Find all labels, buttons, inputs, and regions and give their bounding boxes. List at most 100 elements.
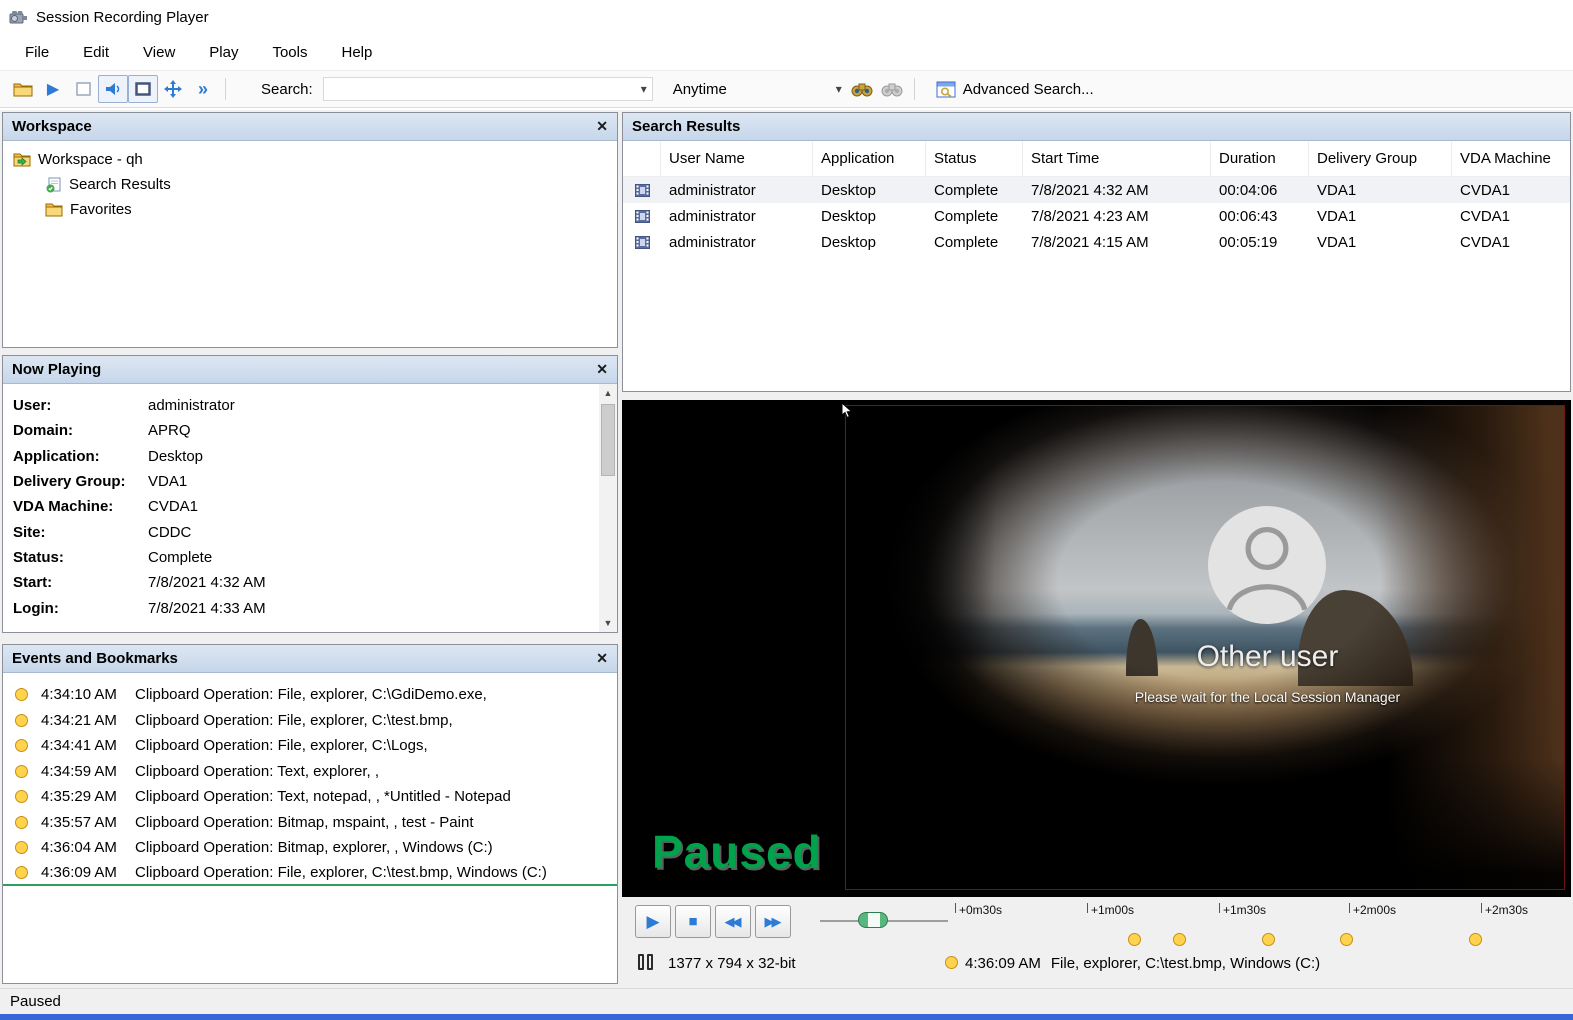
- timeline-tick: +2m00s: [1349, 903, 1396, 917]
- field-value: CVDA1: [148, 498, 198, 515]
- event-time: 4:34:59 AM: [41, 763, 135, 780]
- search-result-row[interactable]: administrator Desktop Complete 7/8/2021 …: [623, 229, 1570, 255]
- event-text: Clipboard Operation: Bitmap, mspaint, , …: [135, 814, 474, 831]
- column-header-delivery-group[interactable]: Delivery Group: [1309, 141, 1452, 176]
- event-time: 4:36:09 AM: [41, 864, 135, 881]
- status-text: Paused: [10, 993, 61, 1010]
- cell-status: Complete: [926, 208, 1023, 225]
- cell-duration: 00:05:19: [1211, 234, 1309, 251]
- event-item[interactable]: 4:34:41 AMClipboard Operation: File, exp…: [3, 733, 617, 759]
- event-item[interactable]: 4:35:29 AMClipboard Operation: Text, not…: [3, 784, 617, 810]
- field-row-login: Login:7/8/2021 4:33 AM: [13, 595, 593, 620]
- open-folder-button[interactable]: [8, 75, 38, 103]
- events-panel: Events and Bookmarks ✕ 4:34:10 AMClipboa…: [2, 644, 618, 984]
- field-row-status: Status:Complete: [13, 545, 593, 570]
- event-marker-dot[interactable]: [1262, 933, 1275, 946]
- status-bar: Paused: [0, 988, 1573, 1014]
- speed-slider-handle[interactable]: [858, 912, 888, 928]
- events-close-icon[interactable]: ✕: [596, 650, 608, 667]
- field-value: VDA1: [148, 473, 187, 490]
- field-value: administrator: [148, 397, 235, 414]
- field-value: Desktop: [148, 448, 203, 465]
- time-filter-dropdown[interactable]: Anytime ▾: [665, 77, 847, 101]
- column-header-icon[interactable]: [623, 141, 661, 176]
- column-header-duration[interactable]: Duration: [1211, 141, 1309, 176]
- event-text: Clipboard Operation: File, explorer, C:\…: [135, 864, 547, 881]
- column-header-status[interactable]: Status: [926, 141, 1023, 176]
- play-button[interactable]: ▶: [635, 905, 671, 938]
- column-header-vda-machine[interactable]: VDA Machine: [1452, 141, 1570, 176]
- cell-duration: 00:06:43: [1211, 208, 1309, 225]
- field-row-application: Application:Desktop: [13, 444, 593, 469]
- search-forward-button[interactable]: [847, 75, 877, 103]
- menu-file[interactable]: File: [8, 39, 66, 65]
- advanced-search-button[interactable]: Advanced Search...: [928, 78, 1102, 101]
- cell-application: Desktop: [813, 234, 926, 251]
- event-item[interactable]: 4:34:21 AMClipboard Operation: File, exp…: [3, 708, 617, 734]
- field-row-site: Site:CDDC: [13, 519, 593, 544]
- tree-item-search-results[interactable]: Search Results: [3, 172, 617, 197]
- now-playing-close-icon[interactable]: ✕: [596, 361, 608, 378]
- cell-user-name: administrator: [661, 234, 813, 251]
- menu-play[interactable]: Play: [192, 39, 255, 65]
- title-bar: Session Recording Player: [0, 0, 1573, 34]
- session-video-frame: Other user Please wait for the Local Ses…: [845, 405, 1565, 890]
- now-playing-scrollbar[interactable]: ▲ ▼: [599, 384, 617, 632]
- cell-status: Complete: [926, 234, 1023, 251]
- column-header-application[interactable]: Application: [813, 141, 926, 176]
- event-item[interactable]: 4:34:59 AMClipboard Operation: Text, exp…: [3, 759, 617, 785]
- fast-forward-button[interactable]: ▶▶: [755, 905, 791, 938]
- event-item-selected[interactable]: 4:36:09 AMClipboard Operation: File, exp…: [3, 861, 617, 887]
- pan-button[interactable]: [158, 75, 188, 103]
- scroll-down-icon[interactable]: ▼: [599, 614, 617, 632]
- timeline-tick: +1m30s: [1219, 903, 1266, 917]
- stop-button[interactable]: ■: [675, 905, 711, 938]
- play-toolbar-button[interactable]: ▶: [38, 75, 68, 103]
- more-tools-button[interactable]: »: [188, 75, 218, 103]
- search-backward-button[interactable]: [877, 75, 907, 103]
- audio-toggle-button[interactable]: [98, 75, 128, 103]
- event-marker-dot[interactable]: [1173, 933, 1186, 946]
- menu-tools[interactable]: Tools: [255, 39, 324, 65]
- menu-help[interactable]: Help: [325, 39, 390, 65]
- event-item[interactable]: 4:35:57 AMClipboard Operation: Bitmap, m…: [3, 810, 617, 836]
- scrollbar-thumb[interactable]: [601, 404, 615, 476]
- scrollbar-track[interactable]: [599, 402, 617, 614]
- now-playing-panel-title: Now Playing: [12, 361, 101, 378]
- snapshot-button[interactable]: [68, 75, 98, 103]
- search-dropdown-arrow-icon[interactable]: ▾: [636, 82, 652, 96]
- toolbar-separator: [914, 78, 915, 100]
- search-result-row[interactable]: administrator Desktop Complete 7/8/2021 …: [623, 177, 1570, 203]
- scroll-up-icon[interactable]: ▲: [599, 384, 617, 402]
- rewind-button[interactable]: ◀◀: [715, 905, 751, 938]
- workspace-close-icon[interactable]: ✕: [596, 118, 608, 135]
- tree-item-label: Favorites: [70, 201, 132, 218]
- tree-item-label: Search Results: [69, 176, 171, 193]
- event-item[interactable]: 4:34:10 AMClipboard Operation: File, exp…: [3, 682, 617, 708]
- event-marker-dot[interactable]: [1340, 933, 1353, 946]
- search-result-row[interactable]: administrator Desktop Complete 7/8/2021 …: [623, 203, 1570, 229]
- search-combobox[interactable]: ▾: [323, 77, 653, 101]
- event-time: 4:36:04 AM: [41, 839, 135, 856]
- column-header-user-name[interactable]: User Name: [661, 141, 813, 176]
- paused-overlay: Paused: [652, 825, 822, 879]
- search-input[interactable]: [324, 81, 636, 98]
- event-marker-dot[interactable]: [1469, 933, 1482, 946]
- event-marker-dot[interactable]: [1128, 933, 1141, 946]
- cell-application: Desktop: [813, 182, 926, 199]
- tree-item-favorites[interactable]: Favorites: [3, 197, 617, 222]
- menu-view[interactable]: View: [126, 39, 192, 65]
- event-marker-icon: [15, 765, 28, 778]
- rewind-icon: ◀◀: [725, 914, 739, 930]
- session-recording-player-window: Session Recording Player File Edit View …: [0, 0, 1573, 1020]
- advanced-search-icon: [936, 81, 956, 98]
- field-value: APRQ: [148, 422, 191, 439]
- binoculars-icon: [851, 81, 873, 97]
- column-header-start-time[interactable]: Start Time: [1023, 141, 1211, 176]
- menu-edit[interactable]: Edit: [66, 39, 126, 65]
- fit-to-window-button[interactable]: [128, 75, 158, 103]
- tree-item-workspace-root[interactable]: Workspace - qh: [3, 147, 617, 172]
- event-time: 4:34:41 AM: [41, 737, 135, 754]
- event-item[interactable]: 4:36:04 AMClipboard Operation: Bitmap, e…: [3, 835, 617, 861]
- event-text: Clipboard Operation: File, explorer, C:\…: [135, 737, 428, 754]
